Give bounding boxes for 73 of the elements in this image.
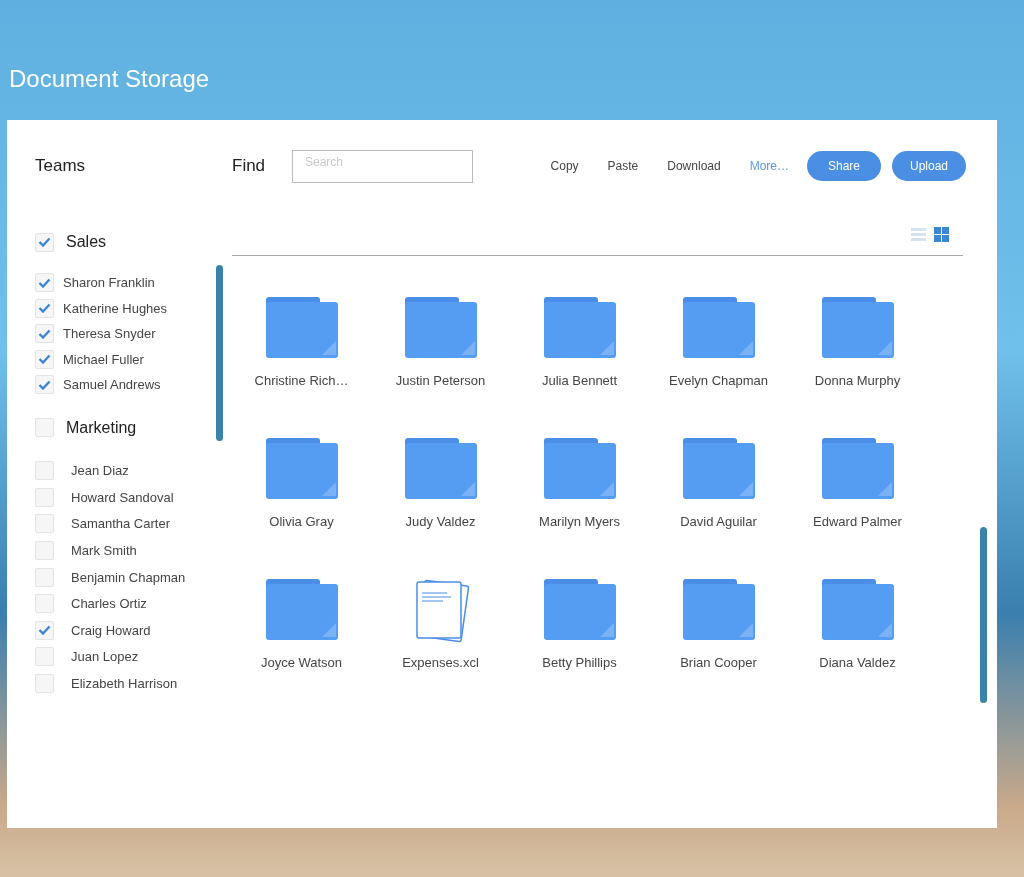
checkbox[interactable] [35,647,54,667]
action-button[interactable]: Paste [607,159,639,173]
folder-icon [819,297,896,361]
item-name: David Aguilar [680,514,757,529]
team-name: Sales [66,233,107,251]
item-name: Joyce Watson [260,655,343,670]
checkbox[interactable] [35,324,54,344]
view-toggle[interactable] [911,226,926,242]
checkbox[interactable] [35,514,54,534]
member-name: Katherine Hughes [63,300,168,316]
member-name: Theresa Snyder [63,326,156,342]
item-name: Evelyn Chapman [669,373,768,388]
item-name: Judy Valdez [405,514,476,529]
folder-icon [541,438,618,502]
checkbox[interactable] [35,298,54,318]
item-name: Olivia Gray [269,514,334,529]
member-name: Elizabeth Harrison [71,676,178,692]
checkbox[interactable] [35,487,54,507]
scrollbar[interactable] [216,265,223,441]
item-name: Expenses.xcl [402,655,479,670]
teams-heading: Teams [35,156,87,176]
checkbox[interactable] [35,461,54,481]
member-name: Benjamin Chapman [71,569,186,585]
item-name: Diana Valdez [819,655,896,670]
folder-icon [541,297,618,361]
team-name: Marketing [66,418,137,437]
checkbox[interactable] [35,541,54,561]
folder-icon [541,579,618,643]
checkbox[interactable] [35,418,54,437]
grid-view-icon [934,226,949,242]
item-name: Julia Bennett [541,373,618,388]
item-name: Christine Rich… [254,373,349,388]
folder-icon [680,579,757,643]
folder-icon [263,579,340,643]
member-name: Samuel Andrews [63,377,161,393]
checkbox[interactable] [35,674,54,694]
checkbox[interactable] [35,620,54,640]
app-title: Document Storage [8,64,210,94]
member-name: Howard Sandoval [71,489,174,505]
member-name: Samantha Carter [71,516,170,532]
member-name: Charles Ortiz [71,596,147,612]
checkbox[interactable] [35,594,54,614]
member-name: Craig Howard [71,622,151,638]
item-name: Donna Murphy [814,373,901,388]
folder-icon [819,579,896,643]
member-name: Michael Fuller [63,351,144,367]
folder-icon [402,297,479,361]
member-name: Jean Diaz [71,463,129,479]
folder-icon [263,438,340,502]
find-label: Find [232,156,267,176]
checkbox[interactable] [35,567,54,587]
item-name: Brian Cooper [680,655,757,670]
checkbox[interactable] [35,273,54,293]
folder-icon [402,438,479,502]
member-name: Sharon Franklin [63,275,155,291]
checkbox[interactable] [35,349,54,369]
checkbox[interactable] [35,375,54,395]
folder-icon [680,438,757,502]
scrollbar[interactable] [980,527,987,703]
item-name: Marilyn Myers [539,514,620,529]
checkbox[interactable] [35,232,54,252]
item-name: Edward Palmer [813,514,902,529]
folder-icon [680,297,757,361]
member-name: Mark Smith [71,543,137,559]
list-view-icon [911,226,926,242]
view-toggle[interactable] [934,226,949,242]
item-name: Justin Peterson [395,373,486,388]
action-button[interactable]: Copy [550,159,579,173]
action-button[interactable]: Download [667,159,721,173]
member-name: Juan Lopez [71,649,139,665]
folder-icon [819,438,896,502]
folder-icon [263,297,340,361]
item-name: Betty Phillips [542,655,617,670]
